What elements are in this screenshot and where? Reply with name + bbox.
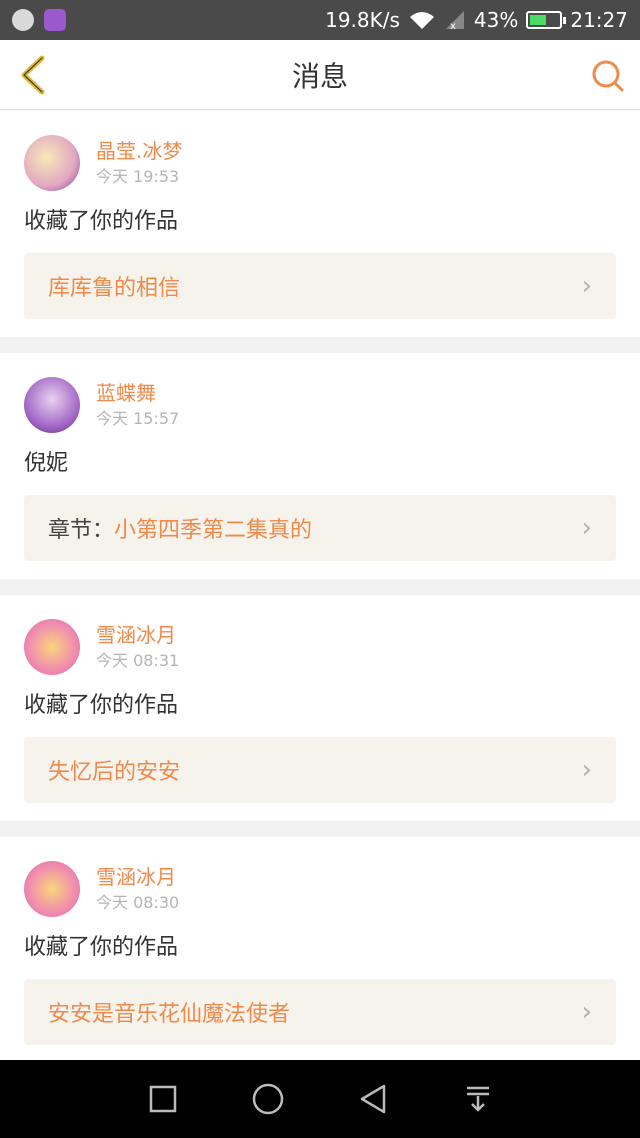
message-card: 雪涵冰月 今天 08:31 收藏了你的作品 失忆后的安安 › (0, 595, 640, 821)
wifi-icon (409, 12, 434, 29)
pull-down-icon (466, 1086, 489, 1112)
message-action: 收藏了你的作品 (24, 209, 179, 234)
header: 消息 (0, 40, 640, 110)
user-info: 晶莹.冰梦 今天 19:53 (96, 138, 182, 188)
chevron-right-icon: › (581, 513, 592, 543)
chevron-right-icon: › (581, 271, 592, 301)
work-title: 安安是音乐花仙魔法使者 (48, 1002, 291, 1027)
message-card: 晶莹.冰梦 今天 19:53 收藏了你的作品 库库鲁的相信 › (0, 111, 640, 337)
square-icon (149, 1085, 176, 1113)
app-notification-icon (12, 9, 34, 31)
chevron-right-icon: › (581, 755, 592, 785)
battery-icon (526, 11, 567, 29)
search-icon[interactable] (590, 58, 626, 94)
gallery-notification-icon (44, 9, 66, 31)
svg-text:x: x (450, 21, 456, 31)
avatar[interactable] (24, 377, 80, 433)
ref-prefix: 章节： (48, 518, 115, 543)
card-head: 蓝蝶舞 今天 15:57 (24, 377, 616, 433)
notification-pull-button[interactable] (458, 1079, 498, 1119)
avatar[interactable] (24, 861, 80, 917)
avatar[interactable] (24, 619, 80, 675)
battery-percent: 43% (473, 8, 519, 32)
card-head: 晶莹.冰梦 今天 19:53 (24, 135, 616, 191)
user-info: 蓝蝶舞 今天 15:57 (96, 380, 179, 430)
work-link[interactable]: 安安是音乐花仙魔法使者 › (24, 979, 616, 1045)
timestamp: 今天 08:31 (96, 651, 180, 670)
home-button[interactable] (248, 1079, 288, 1119)
user-info: 雪涵冰月 今天 08:31 (96, 622, 179, 672)
avatar[interactable] (24, 135, 80, 191)
username[interactable]: 蓝蝶舞 (96, 380, 179, 406)
timestamp: 今天 15:57 (96, 409, 180, 428)
recents-button[interactable] (143, 1079, 183, 1119)
work-link[interactable]: 库库鲁的相信 › (24, 253, 616, 319)
triangle-back-icon (360, 1084, 385, 1114)
message-action: 收藏了你的作品 (24, 693, 179, 718)
chapter-title: 小第四季第二集真的 (114, 518, 313, 543)
message-card: 蓝蝶舞 今天 15:57 倪妮 章节： 小第四季第二集真的 › (0, 353, 640, 579)
work-link[interactable]: 失忆后的安安 › (24, 737, 616, 803)
username[interactable]: 雪涵冰月 (96, 864, 179, 890)
network-speed: 19.8K/s (325, 8, 400, 32)
back-chevron-icon[interactable] (14, 54, 54, 96)
back-button[interactable] (353, 1079, 393, 1119)
work-title: 失忆后的安安 (48, 760, 181, 785)
username[interactable]: 晶莹.冰梦 (96, 138, 182, 164)
system-nav-bar (0, 1060, 640, 1138)
message-action: 倪妮 (24, 451, 69, 476)
circle-icon (252, 1083, 283, 1115)
user-info: 雪涵冰月 今天 08:30 (96, 864, 179, 914)
message-card: 雪涵冰月 今天 08:30 收藏了你的作品 安安是音乐花仙魔法使者 › (0, 837, 640, 1063)
clock: 21:27 (570, 8, 628, 32)
message-feed: 晶莹.冰梦 今天 19:53 收藏了你的作品 库库鲁的相信 › 蓝蝶舞 今天 1… (0, 111, 640, 1079)
work-title: 库库鲁的相信 (48, 276, 181, 301)
page-title: 消息 (291, 59, 348, 93)
signal-icon: x (445, 11, 464, 31)
status-bar: 19.8K/s x 43% 21:27 (0, 0, 640, 40)
status-right: 19.8K/s x 43% 21:27 (325, 8, 628, 32)
card-head: 雪涵冰月 今天 08:31 (24, 619, 616, 675)
chapter-link[interactable]: 章节： 小第四季第二集真的 › (24, 495, 616, 561)
timestamp: 今天 08:30 (96, 893, 180, 912)
card-head: 雪涵冰月 今天 08:30 (24, 861, 616, 917)
chevron-right-icon: › (581, 997, 592, 1027)
timestamp: 今天 19:53 (96, 167, 180, 186)
username[interactable]: 雪涵冰月 (96, 622, 179, 648)
message-action: 收藏了你的作品 (24, 935, 179, 960)
status-left (12, 9, 66, 31)
